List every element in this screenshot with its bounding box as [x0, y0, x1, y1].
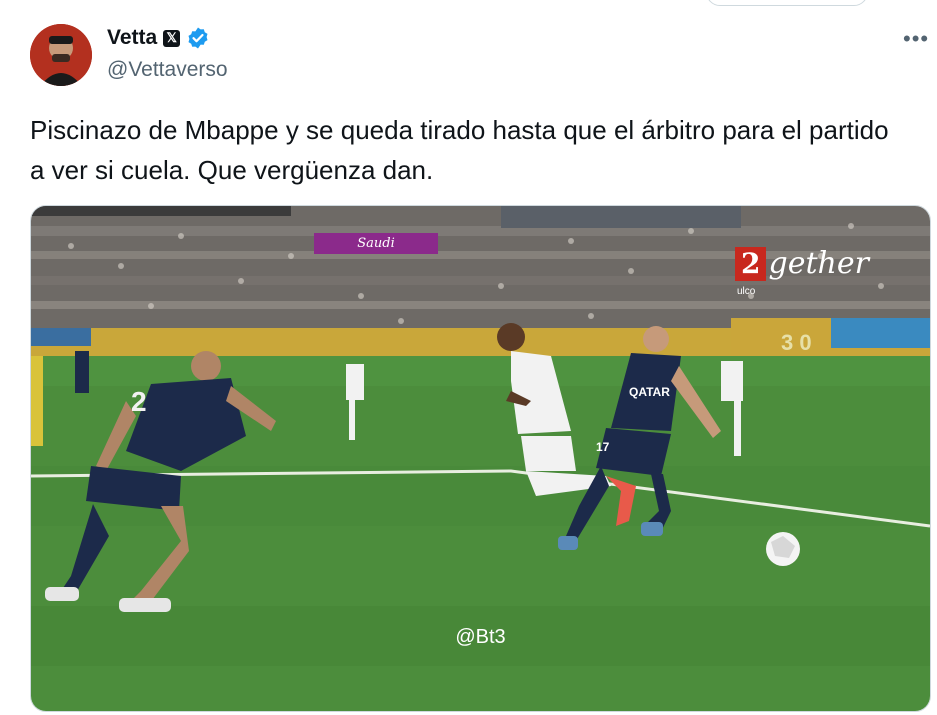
tweet-text: Piscinazo de Mbappe y se queda tirado ha… — [30, 115, 889, 185]
follow-button-partial[interactable] — [706, 0, 868, 6]
shirt-sponsor: QATAR — [629, 385, 670, 399]
board-number: 3 0 — [781, 330, 812, 355]
avatar[interactable] — [30, 24, 92, 86]
display-name[interactable]: Vetta — [107, 26, 157, 50]
channel-sub-label: ulco — [737, 286, 756, 297]
player-number-right: 17 — [596, 440, 610, 454]
more-options-icon[interactable]: ••• — [903, 26, 929, 52]
saudi-sponsor-banner: Saudi — [314, 233, 438, 254]
tweet-video-media[interactable]: 2 QATAR 17 Saudi 2 gether ulco 3 0 @Bt3 — [30, 205, 931, 712]
author-name-row[interactable]: Vetta 𝕏 — [107, 26, 210, 50]
x-logo-icon: 𝕏 — [163, 29, 181, 47]
video-watermark: @Bt3 — [455, 626, 506, 648]
player-number-left: 2 — [131, 386, 147, 417]
verified-badge-icon — [188, 27, 208, 49]
channel-logo: 2 gether — [735, 246, 869, 281]
author-handle[interactable]: @Vettaverso — [107, 58, 228, 82]
